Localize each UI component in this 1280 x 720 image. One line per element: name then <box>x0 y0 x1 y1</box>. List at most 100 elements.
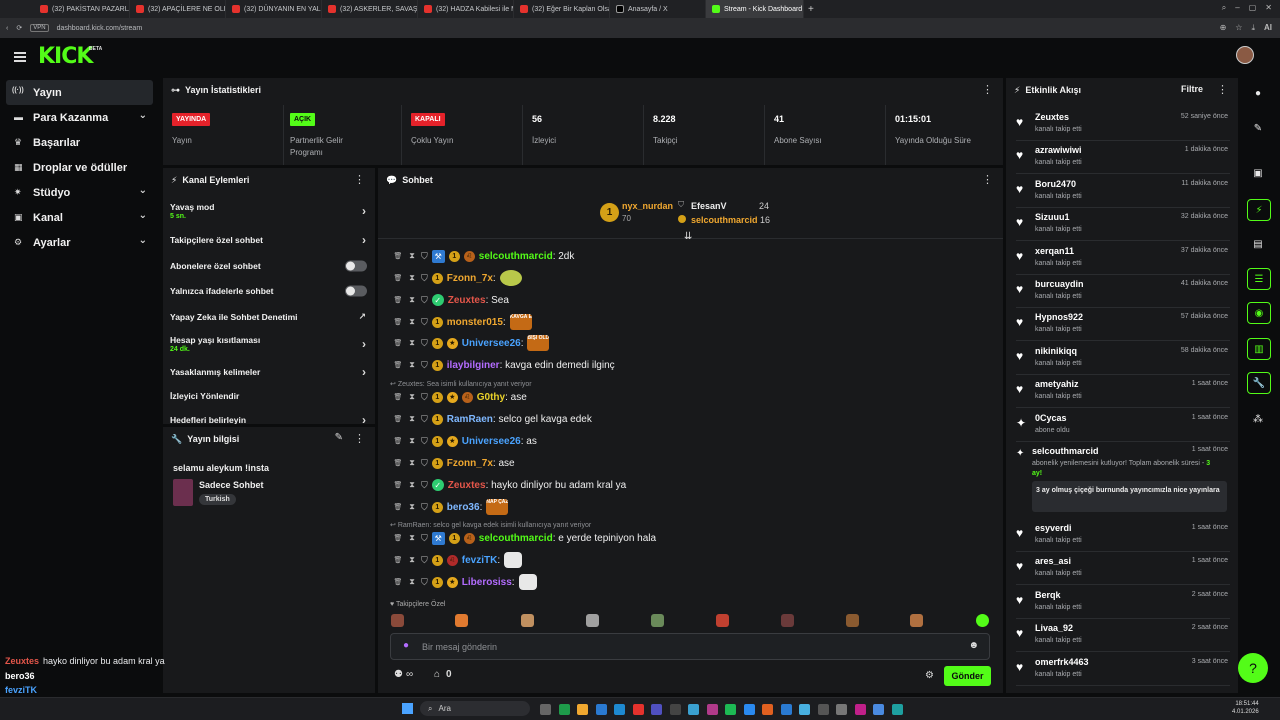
channel-action-item[interactable]: Yasaklanmış kelimeler › <box>163 362 375 382</box>
layout-icon[interactable]: ▥ <box>1247 338 1271 360</box>
activity-event[interactable]: ♥ Berqk kanalı takip etti 2 saat önce <box>1016 586 1230 619</box>
support-button[interactable]: ? <box>1238 653 1268 683</box>
info-icon[interactable]: ● <box>1242 82 1274 104</box>
taskbar-app-icon[interactable] <box>558 704 570 715</box>
chat-username[interactable]: G0thy <box>477 392 505 403</box>
activity-event[interactable]: ♥ ametyahiz kanalı takip etti 1 saat önce <box>1016 375 1230 409</box>
activity-event[interactable]: ♥ nikinikiqq kanalı takip etti 58 dakika ön… <box>1016 342 1230 375</box>
chat-message[interactable]: 🗑 ⧗ ⛉ ✓ Zeuxtes: Sea <box>393 290 509 310</box>
microphone-icon[interactable]: ● <box>403 640 409 651</box>
activity-event[interactable]: ♥ Hypnos922 kanalı takip etti 57 dakika önc… <box>1016 308 1230 342</box>
shield-icon[interactable]: ⛉ <box>421 317 428 328</box>
event-username[interactable]: Hypnos922 <box>1035 312 1083 322</box>
browser-tab[interactable]: (32) ASKERLER, SAVAŞ FİLMİ <box>322 0 418 18</box>
toggle-switch[interactable] <box>345 260 367 272</box>
activity-event[interactable]: ♥ Zeuxtes kanalı takip etti 52 saniye önce <box>1016 108 1230 141</box>
event-username[interactable]: Berqk <box>1035 590 1061 600</box>
taskbar-app-icon[interactable] <box>817 704 829 715</box>
delete-icon[interactable]: 🗑 <box>393 578 403 586</box>
taskbar-app-icon[interactable] <box>854 704 866 715</box>
taskbar-app-icon[interactable] <box>743 704 755 715</box>
chat-message[interactable]: 🗑 ⧗ ⛉ 1 RamRaen: selco gel kavga edek <box>393 409 592 429</box>
leader2-name[interactable]: EfesanV <box>691 201 727 211</box>
timeout-icon[interactable]: ⧗ <box>407 317 417 327</box>
taskbar-app-icon[interactable] <box>706 704 718 715</box>
delete-icon[interactable]: 🗑 <box>393 459 403 467</box>
emoji-icon[interactable]: ☻ <box>968 640 979 651</box>
browser-tab[interactable]: (32) Eğer Bir Kaplan Olsan <box>514 0 610 18</box>
browser-tab[interactable]: (32) PAKİSTAN PAZARLARI <box>34 0 130 18</box>
chat-username[interactable]: monster015 <box>447 317 503 328</box>
sidebar-item-3[interactable]: ▦ Droplar ve ödüller <box>6 155 153 180</box>
filter-button[interactable]: Filtre <box>1181 84 1203 94</box>
chat-message[interactable]: 🗑 ⧗ ⛉ 1 ★ ♌ G0thy: ase <box>393 387 527 407</box>
chat-username[interactable]: Fzonn_7x <box>447 458 493 469</box>
chat-username[interactable]: fevziTK <box>462 555 498 566</box>
activity-event[interactable]: ✦ 0Cycas abone oldu 1 saat önce <box>1016 409 1230 442</box>
shield-icon[interactable]: ⛉ <box>421 533 428 544</box>
taskbar-app-icon[interactable] <box>614 704 625 715</box>
apps-icon[interactable]: ⁂ <box>1242 408 1274 430</box>
chat-username[interactable]: Universee26 <box>462 338 521 349</box>
resub-name[interactable]: selcouthmarcid <box>1032 446 1099 456</box>
shield-icon[interactable]: ⛉ <box>421 338 428 349</box>
back-icon[interactable]: ‹ <box>6 25 8 32</box>
screen-icon[interactable]: ▣ <box>1242 162 1274 184</box>
chat-username[interactable]: Liberosiss <box>462 577 512 588</box>
chat-username[interactable]: RamRaen <box>447 414 493 425</box>
event-username[interactable]: Livaa_92 <box>1035 623 1073 633</box>
delete-icon[interactable]: 🗑 <box>393 415 403 423</box>
channel-action-item[interactable]: Abonelere özel sohbet <box>163 256 375 276</box>
activity-event[interactable]: ♥ ares_asi kanalı takip etti 1 saat önce <box>1016 552 1230 586</box>
chat-message[interactable]: 🗑 ⧗ ⛉ 1 ★ Universee26: as <box>393 431 537 451</box>
shield-icon[interactable]: ⛉ <box>421 392 428 403</box>
shield-icon[interactable]: ⛉ <box>421 436 428 447</box>
minimize-icon[interactable]: – <box>1235 3 1239 13</box>
delete-icon[interactable]: 🗑 <box>393 556 403 564</box>
shield-icon[interactable]: ⛉ <box>421 360 428 371</box>
sidebar-item-4[interactable]: ✷ Stüdyo ⌄ <box>6 180 153 205</box>
chat-message[interactable]: 🗑 ⧗ ⛉ 1 Fzonn_7x: ase <box>393 453 515 473</box>
chat-username[interactable]: Zeuxtes <box>448 480 486 491</box>
sidebar-item-2[interactable]: ♛ Başarılar <box>6 130 153 155</box>
event-username[interactable]: azrawiwiwi <box>1035 145 1082 155</box>
activity-event[interactable]: ♥ Boru2470 kanalı takip etti 11 dakika önce <box>1016 175 1230 208</box>
follower-avatar[interactable] <box>651 614 664 627</box>
download-icon[interactable]: ⤓ <box>1251 23 1255 33</box>
shield-icon[interactable]: ⛉ <box>421 458 428 469</box>
follower-avatar[interactable] <box>391 614 404 627</box>
channel-action-item[interactable]: İzleyici Yönlendir <box>163 386 375 406</box>
timeout-icon[interactable]: ⧗ <box>407 577 417 587</box>
event-username[interactable]: 0Cycas <box>1035 413 1067 423</box>
delete-icon[interactable]: 🗑 <box>393 296 403 304</box>
clipboard-icon[interactable]: ▤ <box>1242 233 1274 255</box>
search-tabs-icon[interactable]: ⌕ <box>1222 3 1226 13</box>
chat-settings-icon[interactable]: ⚙ <box>925 670 934 681</box>
event-username[interactable]: Zeuxtes <box>1035 112 1069 122</box>
browser-tab[interactable]: Stream - Kick Dashboard <box>706 0 804 18</box>
menu-icon[interactable] <box>14 52 26 62</box>
chat-menu-icon[interactable]: ⋮ <box>982 173 993 186</box>
chat-message[interactable]: 🗑 ⧗ ⛉1★ Universee26:BİŞİ OLDU <box>393 333 550 353</box>
taskbar-app-icon[interactable] <box>632 704 644 715</box>
chat-message[interactable]: 🗑 ⧗ ⛉ 1 ★ Liberosiss: <box>393 572 537 592</box>
send-button[interactable]: Gönder <box>944 666 991 686</box>
chat-message[interactable]: 🗑 ⧗ ⛉1 bero36:NAP ÇAZ? <box>393 497 509 517</box>
timeout-icon[interactable]: ⧗ <box>407 295 417 305</box>
chat-message[interactable]: 🗑 ⧗ ⛉1 monster015:KAVGA EDİN <box>393 312 532 332</box>
scroll-down-icon[interactable]: ⇊ <box>684 231 692 242</box>
delete-icon[interactable]: 🗑 <box>393 437 403 445</box>
event-username[interactable]: ametyahiz <box>1035 379 1079 389</box>
chat-message[interactable]: 🗑 ⧗ ⛉ ⚒ 1 ♌ selcouthmarcid: 2dk <box>393 246 574 266</box>
event-username[interactable]: burcuaydin <box>1035 279 1084 289</box>
edit-icon[interactable]: ✎ <box>335 432 343 443</box>
taskbar-app-icon[interactable] <box>577 704 588 715</box>
maximize-icon[interactable]: ▢ <box>1249 3 1257 13</box>
follower-avatar[interactable] <box>521 614 534 627</box>
url-text[interactable]: dashboard.kick.com/stream <box>57 25 143 32</box>
chat-username[interactable]: selcouthmarcid <box>479 251 553 262</box>
sidebar-item-5[interactable]: ▣ Kanal ⌄ <box>6 205 153 230</box>
vpn-badge[interactable]: VPN <box>30 24 49 32</box>
taskbar-app-icon[interactable] <box>780 704 792 715</box>
timeout-icon[interactable]: ⧗ <box>407 392 417 402</box>
